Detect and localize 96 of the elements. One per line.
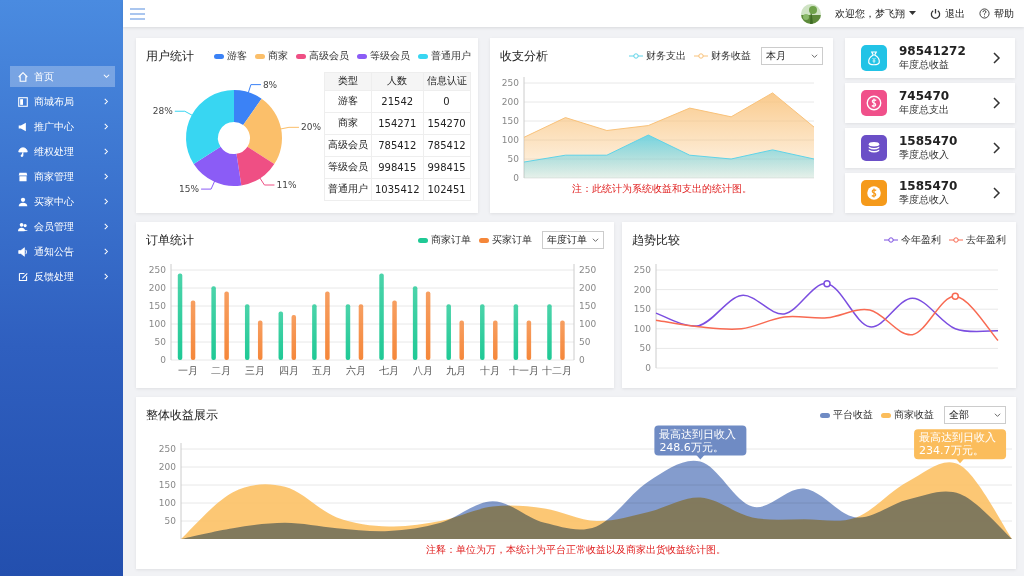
axis-label: 200: [501, 97, 519, 107]
axis-label: 200: [579, 283, 597, 293]
axis-label: 二月: [211, 365, 232, 376]
chart-note: 注释：单位为万，本统计为平台正常收益以及商家出货收益统计图。: [425, 543, 727, 557]
card-title: 收支分析: [500, 47, 549, 65]
axis-label: 八月: [412, 365, 433, 376]
axis-label: 50: [154, 337, 166, 347]
axis-label: 六月: [345, 365, 366, 376]
axis-label: 100: [633, 323, 651, 334]
annotation: 最高达到日收入 234.7万元。: [919, 431, 997, 458]
table-cell: 785412: [371, 134, 424, 156]
data-label: 28%: [152, 106, 173, 117]
stat-label: 季度总收入: [899, 148, 950, 162]
data-label: 11%: [276, 180, 297, 190]
legend-label: 游客: [227, 49, 247, 63]
axis-label: 四月: [278, 365, 299, 376]
axis-label: 七月: [379, 365, 400, 376]
axis-label: 100: [579, 319, 597, 329]
data-label: 20%: [301, 122, 321, 133]
axis-label: 三月: [244, 365, 265, 376]
column-header: 信息认证: [423, 72, 471, 90]
axis-label: 50: [639, 343, 651, 354]
axis-label: 0: [645, 363, 651, 373]
table-cell: 商家: [324, 112, 372, 134]
data-label: 8%: [262, 79, 278, 90]
axis-label: 150: [158, 480, 176, 490]
axis-label: 150: [501, 116, 519, 126]
legend-label: 商家: [268, 49, 288, 63]
axis-label: 250: [158, 444, 176, 454]
axis-label: 200: [158, 462, 176, 472]
stat-label: 年度总支出: [899, 103, 950, 117]
axis-label: 0: [160, 355, 166, 365]
axis-label: 150: [633, 304, 651, 315]
axis-label: 250: [579, 265, 597, 275]
axis-label: 十一月: [508, 365, 539, 376]
table-cell: 154271: [371, 112, 424, 134]
axis-label: 250: [148, 265, 166, 275]
chart-note: 注：此统计为系统收益和支出的统计图。: [570, 182, 753, 196]
table-cell: 102451: [423, 178, 471, 200]
axis-label: 250: [633, 265, 651, 275]
legend-label: 高级会员: [309, 49, 349, 63]
axis-label: 100: [158, 498, 176, 508]
axis-label: 150: [579, 301, 597, 311]
card-title: 用户统计: [146, 47, 195, 65]
stat-value: 1585470: [899, 179, 959, 193]
table-cell: 普通用户: [324, 178, 372, 200]
column-header: 类型: [324, 72, 372, 90]
table-cell: 高级会员: [324, 134, 372, 156]
axis-label: 200: [633, 284, 651, 295]
legend-label: 平台收益: [833, 408, 873, 422]
axis-label: 五月: [312, 365, 333, 376]
table-cell: 游客: [324, 90, 372, 112]
axis-label: 0: [579, 355, 585, 365]
axis-label: 50: [579, 337, 591, 347]
table-cell: 等级会员: [324, 156, 372, 178]
axis-label: 100: [501, 135, 519, 145]
table-cell: 0: [423, 90, 471, 112]
legend-label: 普通用户: [431, 49, 471, 63]
table-cell: 785412: [423, 134, 471, 156]
table-cell: 998415: [423, 156, 471, 178]
stat-label: 年度总收益: [899, 58, 950, 72]
stat-value: 98541272: [899, 44, 967, 58]
stat-value: 745470: [899, 89, 951, 103]
axis-label: 十二月: [542, 365, 573, 376]
axis-label: 150: [148, 301, 166, 311]
stat-value: 1585470: [899, 134, 959, 148]
table-cell: 998415: [371, 156, 424, 178]
stat-label: 季度总收入: [899, 193, 950, 207]
column-header: 人数: [371, 72, 424, 90]
axis-label: 0: [513, 173, 519, 182]
legend-label: 财务收益: [711, 49, 751, 63]
axis-label: 一月: [177, 365, 198, 376]
legend-label: 今年盈利: [901, 233, 941, 247]
legend-label: 等级会员: [370, 49, 410, 63]
data-label: 15%: [179, 184, 200, 195]
table-cell: 21542: [371, 90, 424, 112]
card-title: 趋势比较: [632, 231, 681, 249]
axis-label: 九月: [446, 365, 467, 376]
tooltip: 最高达到日收入 248.6万元。: [654, 425, 747, 460]
legend-label: 去年盈利: [966, 233, 1006, 247]
axis-label: 50: [164, 516, 176, 526]
legend-label: 商家订单: [431, 233, 471, 247]
card-title: 整体收益展示: [146, 406, 219, 424]
axis-label: 200: [148, 283, 166, 293]
annotation: 最高达到日收入 248.6万元。: [659, 427, 737, 454]
legend-label: 商家收益: [894, 408, 934, 422]
legend-label: 财务支出: [646, 49, 686, 63]
axis-label: 50: [507, 154, 519, 164]
table-cell: 154270: [423, 112, 471, 134]
card-title: 订单统计: [146, 231, 195, 249]
axis-label: 十月: [480, 365, 501, 376]
tooltip: 最高达到日收入 234.7万元。: [914, 429, 1007, 464]
axis-label: 250: [501, 78, 519, 88]
legend-label: 买家订单: [492, 233, 532, 247]
table-cell: 1035412: [371, 178, 424, 200]
axis-label: 100: [148, 319, 166, 329]
